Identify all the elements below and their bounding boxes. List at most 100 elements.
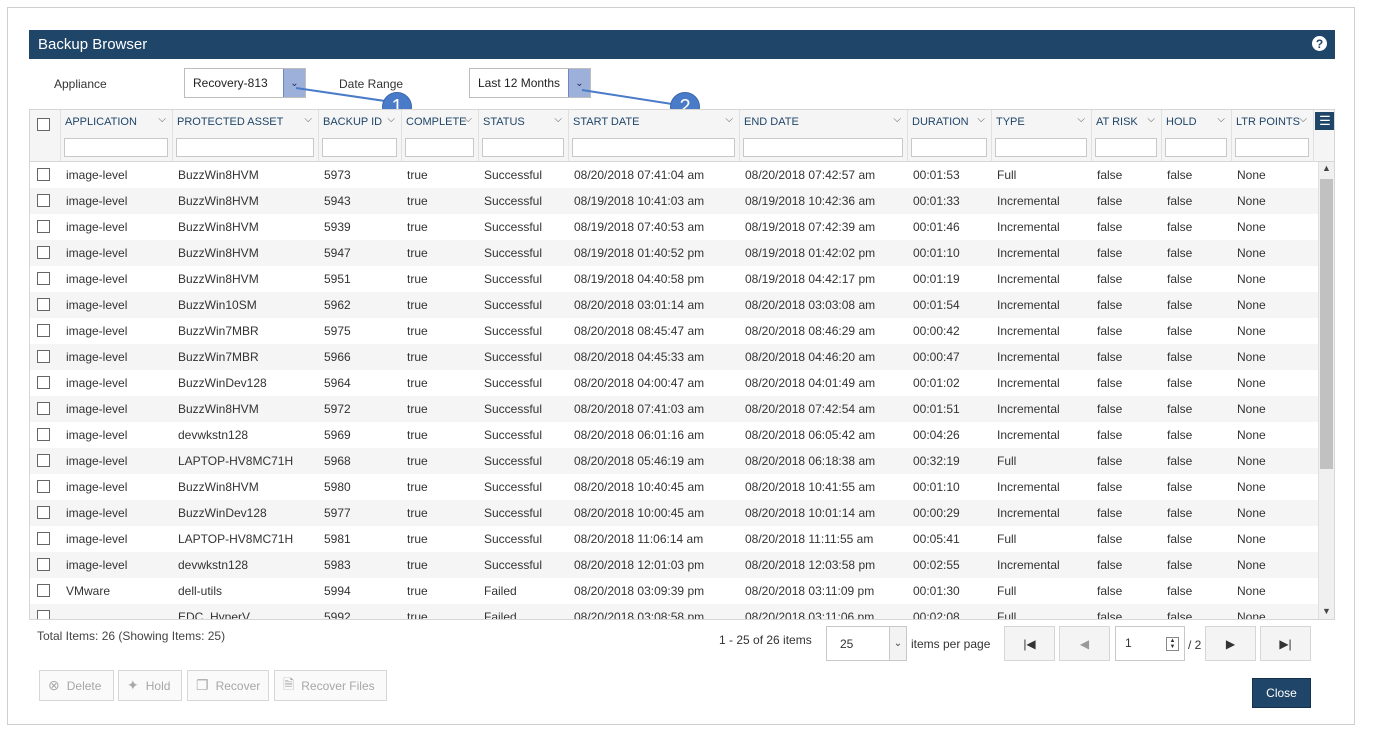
table-row[interactable]: image-level BuzzWin8HVM 5939 true Successful… xyxy=(30,214,1320,240)
select-all-checkbox[interactable] xyxy=(37,118,50,131)
date-range-dropdown[interactable]: Last 12 Months ⌄ xyxy=(469,68,591,98)
chevron-down-icon[interactable]: ⌄ xyxy=(889,627,906,660)
row-checkbox[interactable] xyxy=(37,610,50,619)
column-header-type[interactable]: TYPE ⌵ xyxy=(992,110,1092,162)
chevron-down-icon[interactable]: ⌵ xyxy=(304,114,312,125)
cell-hold: false xyxy=(1167,584,1193,598)
first-page-button[interactable]: |◀ xyxy=(1004,626,1055,661)
column-filter-input[interactable] xyxy=(1095,138,1157,157)
page-number-input[interactable]: 1 ▲ ▼ xyxy=(1115,626,1185,661)
column-header-status[interactable]: STATUS ⌵ xyxy=(479,110,569,162)
help-icon[interactable]: ? xyxy=(1312,36,1327,51)
table-row[interactable]: image-level devwkstn128 5969 true Successful… xyxy=(30,422,1320,448)
table-row[interactable]: VMware dell-utils 5994 true Failed 08/20/2018… xyxy=(30,578,1320,604)
row-checkbox[interactable] xyxy=(37,298,50,311)
scrollbar-thumb[interactable] xyxy=(1320,179,1333,469)
column-header-ltr-points[interactable]: LTR POINTS ⌵ xyxy=(1232,110,1314,162)
column-filter-input[interactable] xyxy=(322,138,397,157)
column-header-backup-id[interactable]: BACKUP ID ⌵ xyxy=(319,110,402,162)
table-row[interactable]: image-level BuzzWin8HVM 5943 true Successful… xyxy=(30,188,1320,214)
vertical-scrollbar[interactable]: ▲ ▼ xyxy=(1318,162,1334,619)
chevron-down-icon[interactable]: ⌄ xyxy=(283,69,305,97)
column-filter-input[interactable] xyxy=(176,138,314,157)
chevron-down-icon[interactable]: ⌵ xyxy=(725,114,733,125)
column-filter-input[interactable] xyxy=(995,138,1087,157)
column-header-protected-asset[interactable]: PROTECTED ASSET ⌵ xyxy=(173,110,319,162)
appliance-dropdown[interactable]: Recovery-813 ⌄ xyxy=(184,68,306,98)
chevron-down-icon[interactable]: ⌵ xyxy=(1217,114,1225,125)
row-checkbox[interactable] xyxy=(37,272,50,285)
column-filter-input[interactable] xyxy=(405,138,474,157)
prev-page-button[interactable]: ◀ xyxy=(1059,626,1110,661)
recover-files-button[interactable]: 🗎 Recover Files xyxy=(274,670,387,701)
row-checkbox[interactable] xyxy=(37,506,50,519)
chevron-down-icon[interactable]: ⌵ xyxy=(387,114,395,125)
column-filter-input[interactable] xyxy=(64,138,168,157)
row-checkbox[interactable] xyxy=(37,194,50,207)
column-filter-input[interactable] xyxy=(572,138,735,157)
chevron-down-icon[interactable]: ⌵ xyxy=(1299,114,1307,125)
table-row[interactable]: image-level BuzzWin7MBR 5966 true Successful… xyxy=(30,344,1320,370)
table-row[interactable]: image-level BuzzWin8HVM 5972 true Successful… xyxy=(30,396,1320,422)
column-header-end-date[interactable]: END DATE ⌵ xyxy=(740,110,908,162)
scroll-down-icon[interactable]: ▼ xyxy=(1319,606,1334,619)
table-row[interactable]: image-level devwkstn128 5983 true Successful… xyxy=(30,552,1320,578)
column-menu-icon[interactable]: ☰ xyxy=(1315,112,1334,130)
cell-complete: true xyxy=(407,324,428,338)
table-row[interactable]: image-level BuzzWin8HVM 5973 true Successful… xyxy=(30,162,1320,188)
row-checkbox[interactable] xyxy=(37,584,50,597)
table-row[interactable]: image-level BuzzWin10SM 5962 true Successful… xyxy=(30,292,1320,318)
row-checkbox[interactable] xyxy=(37,454,50,467)
last-page-button[interactable]: ▶| xyxy=(1260,626,1311,661)
table-row[interactable]: image-level BuzzWinDev128 5964 true Successf… xyxy=(30,370,1320,396)
column-header-application[interactable]: APPLICATION ⌵ xyxy=(61,110,173,162)
delete-button[interactable]: ⊗ Delete xyxy=(39,670,114,701)
table-row[interactable]: image-level BuzzWin8HVM 5947 true Successful… xyxy=(30,240,1320,266)
column-filter-input[interactable] xyxy=(1235,138,1309,157)
column-header-complete[interactable]: COMPLETE ⌵ xyxy=(402,110,479,162)
chevron-down-icon[interactable]: ⌵ xyxy=(554,114,562,125)
column-header-at-risk[interactable]: AT RISK ⌵ xyxy=(1092,110,1162,162)
next-page-button[interactable]: ▶ xyxy=(1205,626,1256,661)
chevron-down-icon[interactable]: ⌵ xyxy=(464,114,472,125)
chevron-down-icon[interactable]: ⌵ xyxy=(1077,114,1085,125)
table-row[interactable]: EDC_HyperV 5992 true Failed 08/20/2018 03:08… xyxy=(30,604,1320,619)
column-filter-input[interactable] xyxy=(1165,138,1227,157)
hold-button[interactable]: ✦ Hold xyxy=(118,670,182,701)
row-checkbox[interactable] xyxy=(37,324,50,337)
chevron-down-icon[interactable]: ⌵ xyxy=(1147,114,1155,125)
column-header-duration[interactable]: DURATION ⌵ xyxy=(908,110,992,162)
row-checkbox[interactable] xyxy=(37,168,50,181)
column-filter-input[interactable] xyxy=(482,138,564,157)
column-header-start-date[interactable]: START DATE ⌵ xyxy=(569,110,740,162)
chevron-down-icon[interactable]: ⌵ xyxy=(893,114,901,125)
scroll-up-icon[interactable]: ▲ xyxy=(1319,163,1334,177)
chevron-down-icon[interactable]: ⌵ xyxy=(158,114,166,125)
close-button[interactable]: Close xyxy=(1252,678,1311,708)
table-row[interactable]: image-level LAPTOP-HV8MC71H 5968 true Succes… xyxy=(30,448,1320,474)
chevron-down-icon[interactable]: ⌄ xyxy=(568,69,590,97)
table-row[interactable]: image-level BuzzWin8HVM 5951 true Successful… xyxy=(30,266,1320,292)
cell-end-date: 08/20/2018 03:11:09 pm xyxy=(745,584,875,598)
row-checkbox[interactable] xyxy=(37,558,50,571)
table-row[interactable]: image-level BuzzWin8HVM 5980 true Successful… xyxy=(30,474,1320,500)
row-checkbox[interactable] xyxy=(37,246,50,259)
table-row[interactable]: image-level BuzzWin7MBR 5975 true Successful… xyxy=(30,318,1320,344)
recover-button[interactable]: ❐ Recover xyxy=(187,670,269,701)
page-stepper-icon[interactable]: ▲ ▼ xyxy=(1166,637,1179,651)
row-checkbox[interactable] xyxy=(37,532,50,545)
chevron-down-icon[interactable]: ⌵ xyxy=(977,114,985,125)
table-row[interactable]: image-level BuzzWinDev128 5977 true Successf… xyxy=(30,500,1320,526)
row-checkbox[interactable] xyxy=(37,350,50,363)
column-header-hold[interactable]: HOLD ⌵ xyxy=(1162,110,1232,162)
column-filter-input[interactable] xyxy=(743,138,903,157)
row-checkbox[interactable] xyxy=(37,480,50,493)
cell-backup-id: 5994 xyxy=(324,584,351,598)
table-row[interactable]: image-level LAPTOP-HV8MC71H 5981 true Succes… xyxy=(30,526,1320,552)
row-checkbox[interactable] xyxy=(37,376,50,389)
row-checkbox[interactable] xyxy=(37,220,50,233)
column-filter-input[interactable] xyxy=(911,138,987,157)
row-checkbox[interactable] xyxy=(37,402,50,415)
row-checkbox[interactable] xyxy=(37,428,50,441)
page-size-select[interactable]: 25 ⌄ xyxy=(826,626,907,661)
